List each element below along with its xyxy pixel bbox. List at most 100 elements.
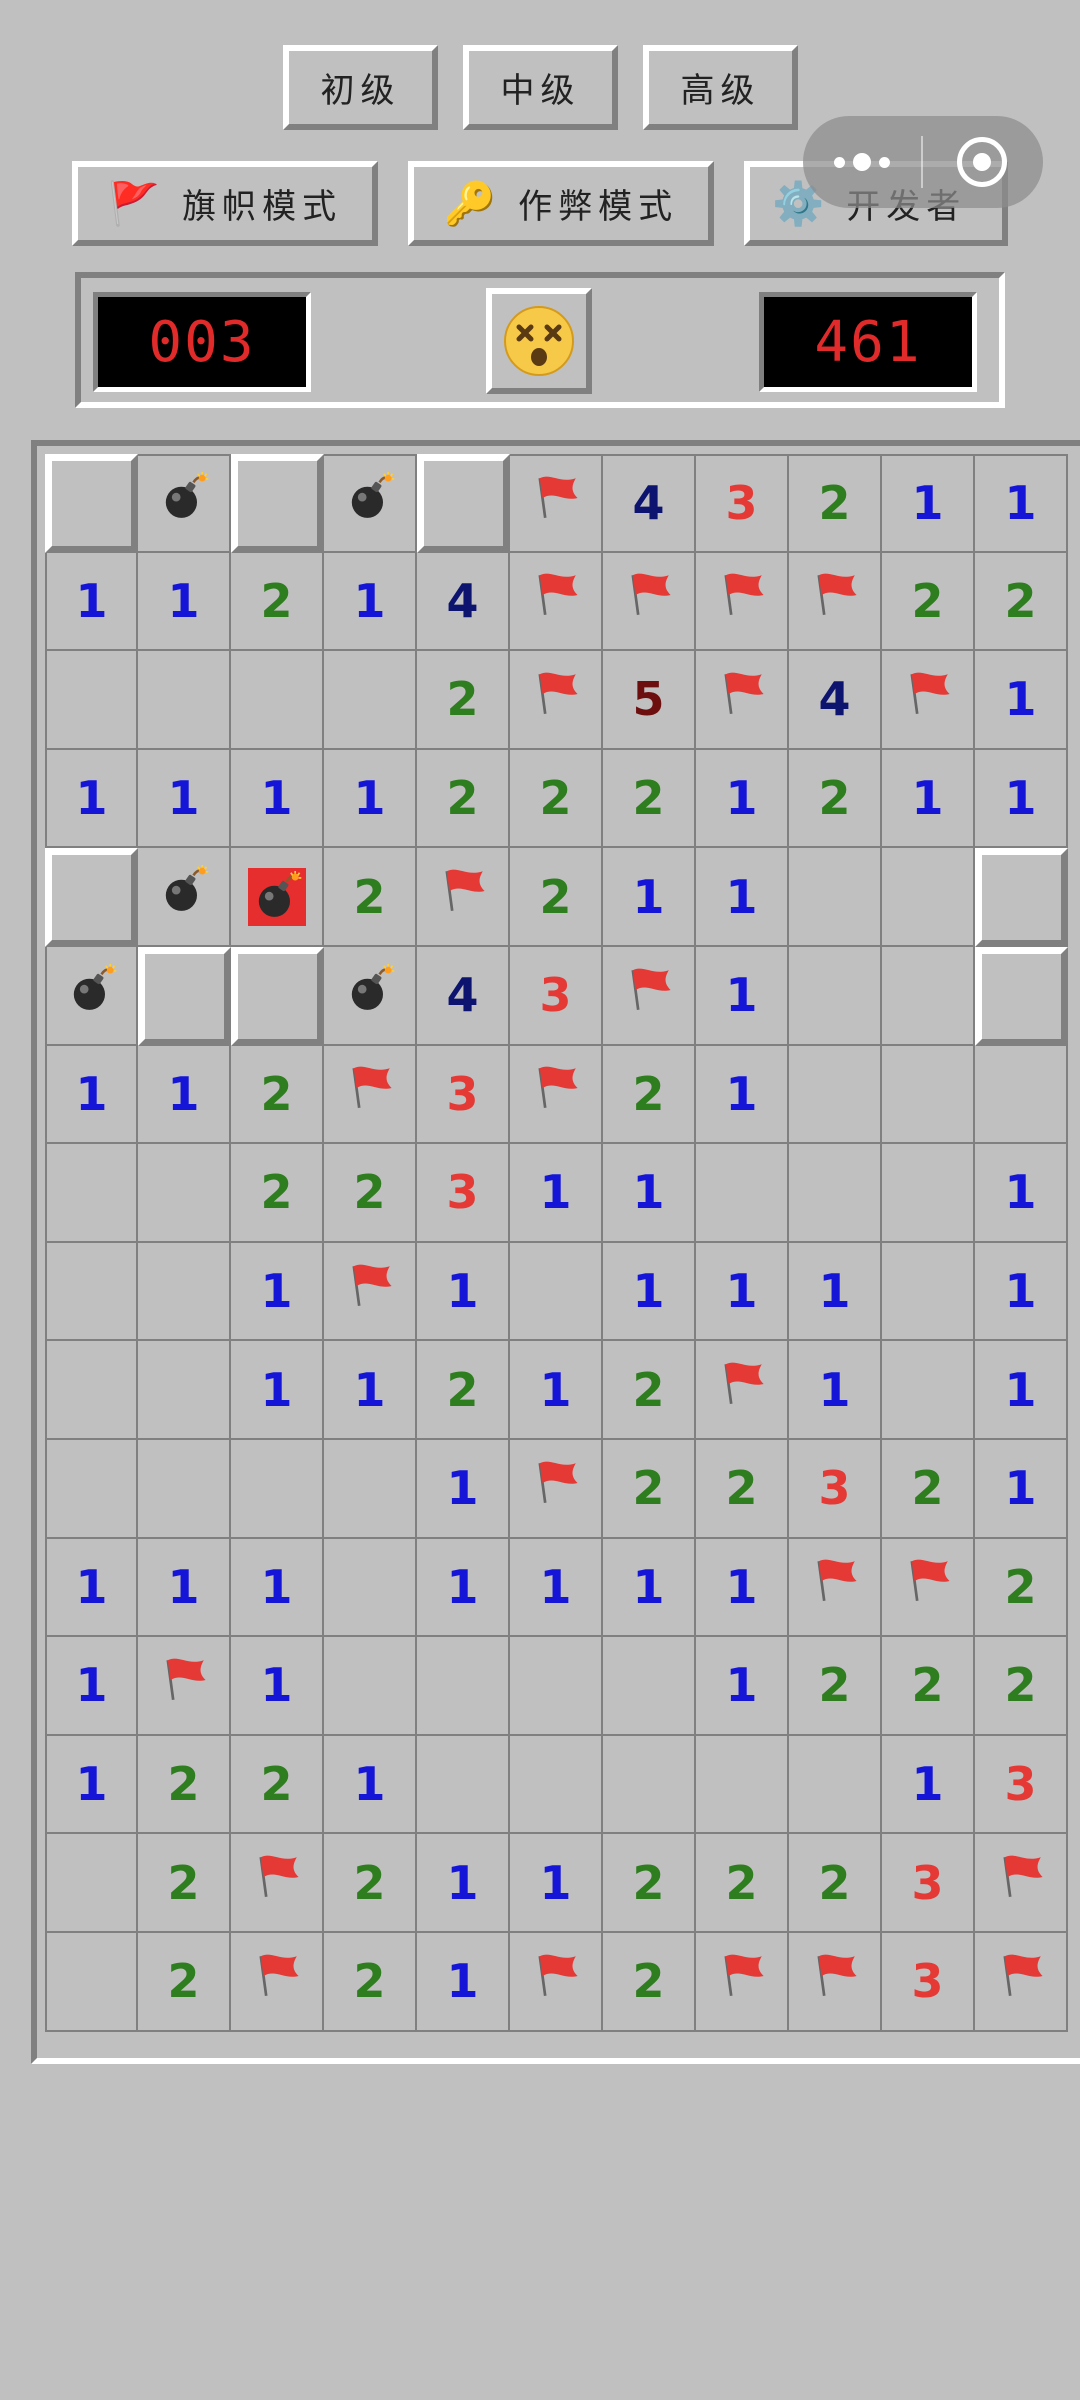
close-miniprogram-icon[interactable] [923, 137, 1041, 187]
cell-number[interactable]: 2 [882, 552, 975, 652]
reset-face-button[interactable] [486, 288, 592, 394]
cell-number[interactable]: 2 [138, 1735, 231, 1835]
cell-empty[interactable] [324, 1637, 417, 1736]
cell-number[interactable]: 1 [324, 1341, 417, 1440]
intermediate-button[interactable]: 中级 [463, 45, 618, 130]
cell-exploded-mine[interactable] [231, 848, 324, 947]
cell-flag[interactable] [789, 1538, 882, 1638]
cell-number[interactable]: 2 [882, 1439, 975, 1539]
cell-flag[interactable] [510, 454, 603, 553]
cell-number[interactable]: 4 [417, 946, 510, 1046]
cell-number[interactable]: 1 [696, 749, 789, 849]
cell-flag[interactable] [603, 552, 696, 652]
cell-flag[interactable] [696, 552, 789, 652]
cell-number[interactable]: 1 [696, 1242, 789, 1342]
cell-number[interactable]: 1 [975, 1341, 1068, 1440]
cell-empty[interactable] [603, 1637, 696, 1736]
cell-number[interactable]: 1 [975, 651, 1068, 750]
cell-empty[interactable] [324, 1538, 417, 1638]
cell-number[interactable]: 1 [696, 946, 789, 1046]
cell-empty[interactable] [510, 1242, 603, 1342]
cell-number[interactable]: 1 [45, 1538, 138, 1638]
cell-number[interactable]: 1 [417, 1242, 510, 1342]
cell-flag[interactable] [510, 1439, 603, 1539]
cell-empty[interactable] [789, 946, 882, 1046]
cell-number[interactable]: 4 [789, 651, 882, 750]
cell-number[interactable]: 1 [45, 1045, 138, 1145]
cell-number[interactable]: 1 [45, 552, 138, 652]
cell-empty[interactable] [696, 1735, 789, 1835]
cell-flag[interactable] [696, 1341, 789, 1440]
cell-number[interactable]: 1 [324, 1735, 417, 1835]
cell-number[interactable]: 1 [45, 1735, 138, 1835]
flag-mode-button[interactable]: 🚩 旗帜模式 [72, 161, 378, 246]
cell-number[interactable]: 3 [417, 1045, 510, 1145]
cell-number[interactable]: 1 [975, 1144, 1068, 1243]
cell-empty[interactable] [417, 1735, 510, 1835]
cell-flag[interactable] [138, 1637, 231, 1736]
cell-number[interactable]: 2 [696, 1439, 789, 1539]
cell-number[interactable]: 1 [324, 552, 417, 652]
cell-number[interactable]: 1 [231, 749, 324, 849]
cell-flag[interactable] [510, 1932, 603, 2032]
cell-number[interactable]: 1 [975, 454, 1068, 553]
cell-number[interactable]: 1 [789, 1341, 882, 1440]
cell-flag[interactable] [231, 1932, 324, 2032]
cell-empty[interactable] [138, 1439, 231, 1539]
cell-number[interactable]: 1 [603, 848, 696, 947]
cell-number[interactable]: 1 [417, 1538, 510, 1638]
cell-hidden[interactable] [417, 454, 510, 553]
cell-empty[interactable] [324, 651, 417, 750]
cell-hidden[interactable] [45, 454, 138, 553]
cell-number[interactable]: 2 [789, 454, 882, 553]
cell-number[interactable]: 2 [324, 1834, 417, 1933]
cell-empty[interactable] [138, 1242, 231, 1342]
cell-empty[interactable] [324, 1439, 417, 1539]
cell-number[interactable]: 2 [138, 1932, 231, 2032]
cell-number[interactable]: 1 [789, 1242, 882, 1342]
cell-number[interactable]: 2 [696, 1834, 789, 1933]
cell-flag[interactable] [975, 1932, 1068, 2032]
cell-flag[interactable] [882, 1538, 975, 1638]
cell-number[interactable]: 1 [510, 1144, 603, 1243]
cell-number[interactable]: 1 [231, 1637, 324, 1736]
cell-number[interactable]: 1 [510, 1341, 603, 1440]
cell-flag[interactable] [510, 1045, 603, 1145]
cell-number[interactable]: 2 [324, 848, 417, 947]
cell-number[interactable]: 5 [603, 651, 696, 750]
cell-number[interactable]: 1 [138, 749, 231, 849]
cell-empty[interactable] [45, 1341, 138, 1440]
cell-number[interactable]: 2 [603, 749, 696, 849]
cell-number[interactable]: 1 [324, 749, 417, 849]
cell-number[interactable]: 1 [882, 1735, 975, 1835]
cell-number[interactable]: 2 [603, 1932, 696, 2032]
cell-number[interactable]: 2 [789, 1637, 882, 1736]
cell-number[interactable]: 3 [882, 1834, 975, 1933]
cell-empty[interactable] [45, 1144, 138, 1243]
cell-number[interactable]: 1 [696, 848, 789, 947]
cell-number[interactable]: 3 [975, 1735, 1068, 1835]
cell-empty[interactable] [789, 848, 882, 947]
cell-number[interactable]: 1 [603, 1538, 696, 1638]
cell-number[interactable]: 2 [975, 1538, 1068, 1638]
cell-empty[interactable] [882, 1242, 975, 1342]
cell-number[interactable]: 2 [603, 1439, 696, 1539]
cell-empty[interactable] [882, 848, 975, 947]
cell-number[interactable]: 1 [45, 1637, 138, 1736]
cell-flag[interactable] [231, 1834, 324, 1933]
cell-number[interactable]: 2 [417, 749, 510, 849]
cell-empty[interactable] [696, 1144, 789, 1243]
cell-number[interactable]: 1 [417, 1932, 510, 2032]
cell-number[interactable]: 4 [603, 454, 696, 553]
cell-number[interactable]: 2 [510, 749, 603, 849]
cell-hidden[interactable] [975, 946, 1068, 1046]
cell-number[interactable]: 1 [882, 749, 975, 849]
cell-mine[interactable] [324, 946, 417, 1046]
cheat-mode-button[interactable]: 🔑 作弊模式 [408, 161, 714, 246]
cell-number[interactable]: 1 [138, 552, 231, 652]
cell-empty[interactable] [138, 651, 231, 750]
cell-empty[interactable] [138, 1144, 231, 1243]
cell-number[interactable]: 2 [603, 1834, 696, 1933]
cell-flag[interactable] [324, 1242, 417, 1342]
cell-number[interactable]: 1 [138, 1045, 231, 1145]
